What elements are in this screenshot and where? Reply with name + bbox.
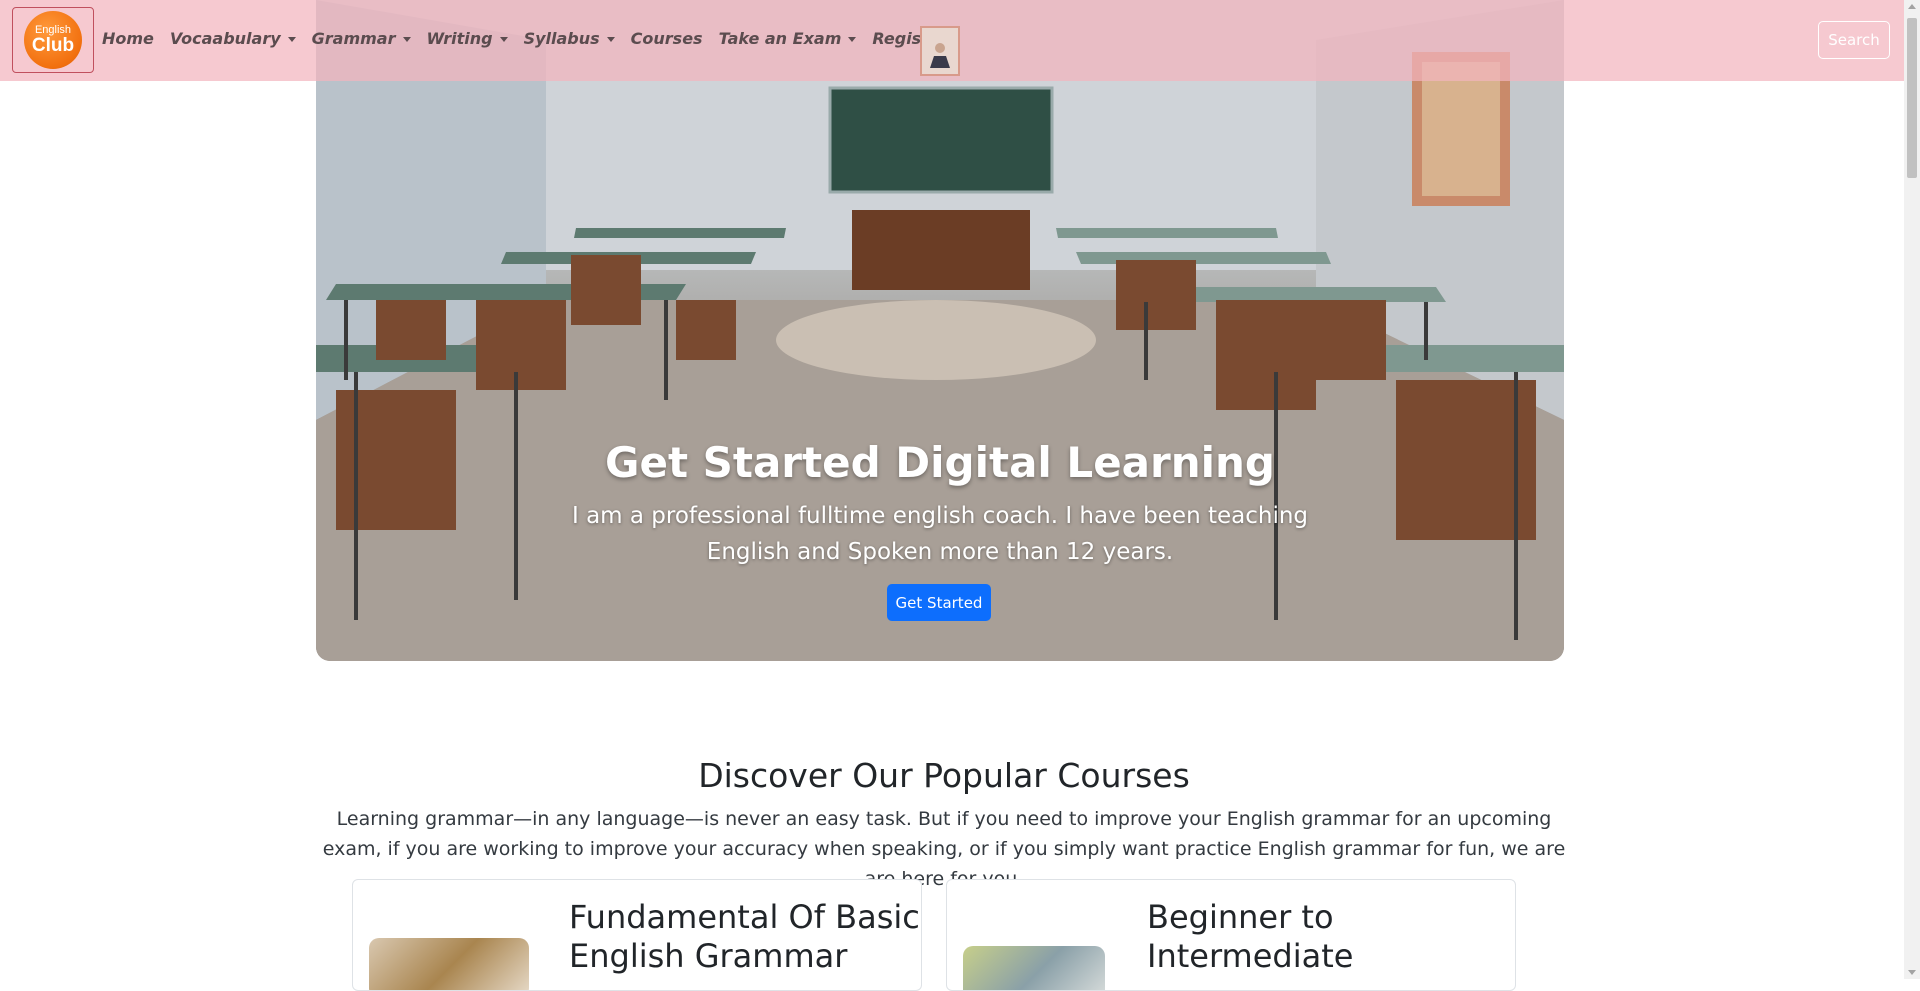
nav-item-label: Grammar — [311, 29, 396, 48]
caret-down-icon — [606, 37, 615, 42]
nav-item-label: Vocaabulary — [169, 29, 281, 48]
hero-title: Get Started Digital Learning — [604, 438, 1275, 487]
course-title-line2: Intermediate — [1147, 937, 1354, 975]
nav-menu: Home Vocaabulary Grammar Writing Syllabu… — [102, 29, 964, 48]
logo-badge: English Club — [24, 11, 82, 69]
caret-down-icon — [287, 37, 296, 42]
caret-down-icon — [848, 37, 857, 42]
nav-item-label: Courses — [630, 29, 703, 48]
nav-item-courses[interactable]: Courses — [631, 29, 703, 48]
site-logo[interactable]: English Club — [12, 7, 94, 73]
navbar: English Club Home Vocaabulary Grammar Wr… — [0, 0, 1904, 81]
course-title-line1: Beginner to — [1147, 898, 1334, 936]
scroll-down-arrow-icon[interactable] — [1908, 970, 1916, 975]
course-thumbnail — [369, 938, 529, 990]
course-card-title[interactable]: Fundamental Of Basic English Grammar — [569, 898, 920, 976]
course-card[interactable]: Fundamental Of Basic English Grammar — [352, 879, 922, 991]
course-card-title[interactable]: Beginner to Intermediate — [1147, 898, 1353, 976]
hero-banner: Get Started Digital Learning I am a prof… — [316, 0, 1564, 661]
scrollbar-thumb[interactable] — [1907, 18, 1917, 178]
section-title: Discover Our Popular Courses — [698, 756, 1190, 795]
vertical-scrollbar[interactable] — [1904, 0, 1920, 979]
caret-down-icon — [402, 37, 411, 42]
nav-item-home[interactable]: Home — [102, 29, 154, 48]
nav-item-vocabulary[interactable]: Vocaabulary — [170, 29, 296, 48]
get-started-button[interactable]: Get Started — [887, 584, 991, 621]
caret-down-icon — [499, 37, 508, 42]
hero-subtitle: I am a professional fulltime english coa… — [571, 503, 1309, 565]
nav-item-label: Syllabus — [523, 29, 600, 48]
person-icon — [930, 43, 950, 68]
nav-item-syllabus[interactable]: Syllabus — [524, 29, 615, 48]
nav-item-take-an-exam[interactable]: Take an Exam — [719, 29, 857, 48]
nav-item-label: Take an Exam — [718, 29, 842, 48]
course-title-line1: Fundamental Of Basic — [569, 898, 920, 936]
nav-item-writing[interactable]: Writing — [427, 29, 508, 48]
course-card[interactable]: Beginner to Intermediate — [946, 879, 1516, 991]
nav-item-label: Writing — [426, 29, 493, 48]
logo-line2: Club — [31, 34, 75, 56]
nav-item-grammar[interactable]: Grammar — [312, 29, 411, 48]
profile-avatar[interactable] — [920, 26, 960, 76]
scroll-up-arrow-icon[interactable] — [1908, 4, 1916, 9]
course-title-line2: English Grammar — [569, 937, 848, 975]
search-button[interactable]: Search — [1818, 21, 1890, 59]
logo-line1: English — [34, 23, 72, 36]
nav-item-label: Home — [102, 29, 154, 48]
course-thumbnail — [963, 946, 1105, 990]
